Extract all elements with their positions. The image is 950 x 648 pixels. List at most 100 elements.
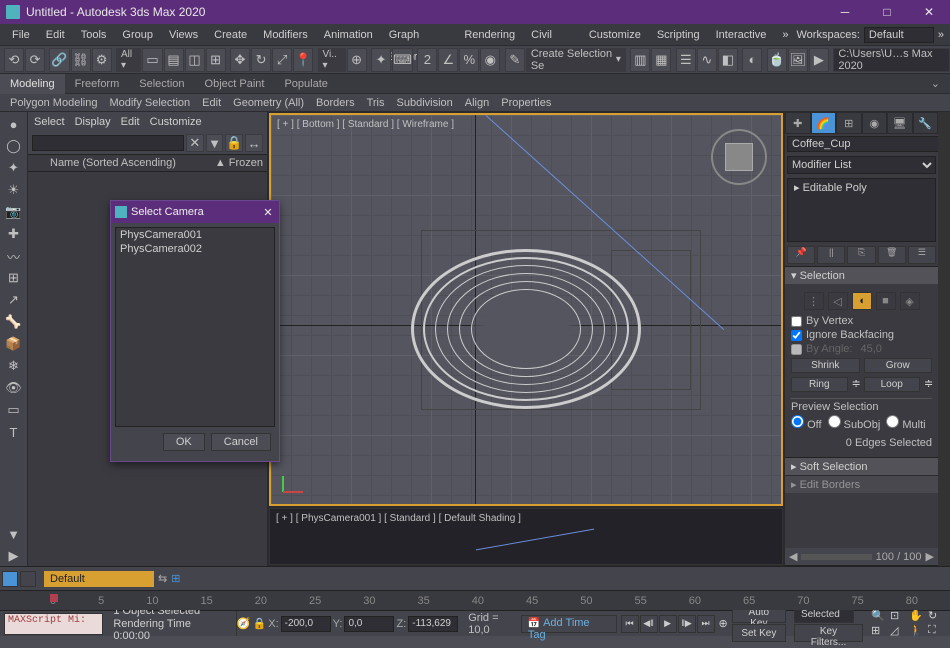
filter-all-icon[interactable]: ●: [3, 114, 25, 134]
ribbon-tab-object-paint[interactable]: Object Paint: [195, 74, 275, 94]
scene-expand-icon[interactable]: ▶: [3, 546, 25, 566]
rollout-soft-selection-header[interactable]: ▸ Soft Selection: [785, 457, 938, 475]
scene-menu-display[interactable]: Display: [75, 116, 111, 128]
layout-grid-icon[interactable]: ⊞: [171, 572, 180, 585]
scene-menu-select[interactable]: Select: [34, 116, 65, 128]
keyboard-shortcut-icon[interactable]: ⌨: [392, 48, 413, 72]
filter-frozen-icon[interactable]: ❄: [3, 356, 25, 376]
viewport-bottom-label[interactable]: [ + ] [ PhysCamera001 ] [ Standard ] [ D…: [276, 513, 521, 524]
render-icon[interactable]: ▶: [809, 48, 829, 72]
modifier-stack[interactable]: ▸ Editable Poly: [787, 178, 936, 242]
loop-button[interactable]: Loop: [864, 377, 921, 392]
maximize-button[interactable]: □: [866, 0, 908, 24]
display-color-icon[interactable]: ▭: [3, 400, 25, 420]
scene-search-input[interactable]: [32, 135, 184, 151]
command-panel-scrollbar[interactable]: [938, 112, 950, 566]
subobj-edge-icon[interactable]: ◁: [828, 292, 848, 310]
make-unique-icon[interactable]: ⎘: [847, 246, 875, 264]
scene-col-name[interactable]: Name (Sorted Ascending): [32, 157, 213, 169]
ribbon-tab-populate[interactable]: Populate: [274, 74, 337, 94]
grow-button[interactable]: Grow: [864, 358, 933, 373]
render-setup-icon[interactable]: 🍵: [767, 48, 787, 72]
cmd-tab-modify-icon[interactable]: 🌈: [811, 112, 837, 134]
object-name-input[interactable]: [787, 136, 938, 152]
shrink-button[interactable]: Shrink: [791, 358, 860, 373]
ribbon-sub-edit[interactable]: Edit: [198, 97, 225, 109]
cmd-tab-create-icon[interactable]: ✚: [785, 112, 811, 134]
layer-icon[interactable]: ☰: [676, 48, 696, 72]
ribbon-sub-properties[interactable]: Properties: [497, 97, 555, 109]
ribbon-sub-geometry[interactable]: Geometry (All): [229, 97, 308, 109]
modifier-list-dropdown[interactable]: Modifier List: [787, 156, 936, 174]
remove-modifier-icon[interactable]: 🗑: [878, 246, 906, 264]
menu-create[interactable]: Create: [206, 24, 255, 46]
coord-z-input[interactable]: [408, 616, 458, 632]
move-icon[interactable]: ✥: [230, 48, 250, 72]
ribbon-sub-borders[interactable]: Borders: [312, 97, 359, 109]
viewport-top[interactable]: [ + ] [ Bottom ] [ Standard ] [ Wirefram…: [269, 113, 783, 506]
schematic-icon[interactable]: ◧: [718, 48, 738, 72]
scene-sync-icon[interactable]: ↔: [245, 134, 263, 152]
keyframe-marker[interactable]: [50, 594, 58, 602]
key-filters-button[interactable]: Key Filters...: [794, 624, 863, 642]
filter-geometry-icon[interactable]: ◯: [3, 136, 25, 156]
select-by-name-icon[interactable]: ▤: [164, 48, 184, 72]
undo-icon[interactable]: ⟲: [4, 48, 24, 72]
dialog-cancel-button[interactable]: Cancel: [211, 433, 271, 451]
cmd-tab-motion-icon[interactable]: ◉: [862, 112, 888, 134]
unlink-icon[interactable]: ⛓: [71, 48, 91, 72]
ribbon-sub-tris[interactable]: Tris: [363, 97, 389, 109]
spinner-snap-icon[interactable]: ◉: [480, 48, 500, 72]
project-path-field[interactable]: C:\Users\U…s Max 2020: [833, 48, 949, 72]
maxscript-listener[interactable]: MAXScript Mi:: [4, 613, 103, 635]
menu-modifiers[interactable]: Modifiers: [255, 24, 316, 46]
select-region-icon[interactable]: ◫: [185, 48, 205, 72]
viewport-bottom[interactable]: [ + ] [ PhysCamera001 ] [ Standard ] [ D…: [269, 508, 783, 566]
menu-group[interactable]: Group: [114, 24, 161, 46]
mirror-icon[interactable]: ▥: [630, 48, 650, 72]
scale-icon[interactable]: ⤢: [272, 48, 292, 72]
filter-spacewarps-icon[interactable]: 〰: [3, 246, 25, 266]
scene-lock-icon[interactable]: 🔒: [225, 134, 243, 152]
viewport-layout-2-icon[interactable]: [20, 571, 36, 587]
menu-edit[interactable]: Edit: [38, 24, 73, 46]
align-icon[interactable]: ▦: [651, 48, 671, 72]
rotate-icon[interactable]: ↻: [251, 48, 271, 72]
ribbon-sub-subdivision[interactable]: Subdivision: [393, 97, 457, 109]
viewport-top-label[interactable]: [ + ] [ Bottom ] [ Standard ] [ Wirefram…: [277, 119, 454, 130]
wireframe-cup[interactable]: [411, 249, 641, 409]
goto-start-icon[interactable]: ⏮: [621, 615, 639, 633]
scene-config-icon[interactable]: ▼: [3, 524, 25, 544]
menu-tools[interactable]: Tools: [73, 24, 115, 46]
scene-menu-edit[interactable]: Edit: [121, 116, 140, 128]
menu-rendering[interactable]: Rendering: [456, 24, 523, 46]
preview-multi-radio[interactable]: Multi: [886, 415, 925, 431]
viewport-layout-1-icon[interactable]: [2, 571, 18, 587]
camera-list[interactable]: PhysCamera001 PhysCamera002: [115, 227, 275, 427]
display-text-icon[interactable]: T: [3, 422, 25, 442]
link-icon[interactable]: 🔗: [49, 48, 69, 72]
stack-item-editable-poly[interactable]: ▸ Editable Poly: [788, 179, 935, 196]
ignore-backfacing-check[interactable]: Ignore Backfacing: [791, 328, 932, 342]
viewcube[interactable]: [711, 129, 767, 185]
ribbon-tab-freeform[interactable]: Freeform: [65, 74, 130, 94]
subobj-border-icon[interactable]: ◖: [852, 292, 872, 310]
rollout-selection-header[interactable]: ▾ Selection: [785, 266, 938, 284]
camera-list-item[interactable]: PhysCamera001: [116, 228, 274, 242]
redo-icon[interactable]: ⟳: [25, 48, 45, 72]
scene-menu-customize[interactable]: Customize: [150, 116, 202, 128]
ribbon-sub-polygon[interactable]: Polygon Modeling: [6, 97, 101, 109]
dialog-close-button[interactable]: ✕: [257, 206, 279, 219]
ribbon-sub-modify[interactable]: Modify Selection: [105, 97, 194, 109]
menu-graph-editors[interactable]: Graph Editors: [381, 24, 457, 46]
zoom-all-icon[interactable]: ⊡: [890, 609, 908, 623]
lock-selection-icon[interactable]: 🔒: [253, 617, 267, 630]
scene-search-clear-icon[interactable]: ✕: [186, 134, 204, 152]
menu-animation[interactable]: Animation: [316, 24, 381, 46]
snap-percent-icon[interactable]: %: [459, 48, 479, 72]
menu-scripting[interactable]: Scripting: [649, 24, 708, 46]
by-vertex-check[interactable]: By Vertex: [791, 314, 932, 328]
cmd-tab-hierarchy-icon[interactable]: ⊞: [836, 112, 862, 134]
pin-stack-icon[interactable]: 📌: [787, 246, 815, 264]
filter-helpers-icon[interactable]: ✚: [3, 224, 25, 244]
